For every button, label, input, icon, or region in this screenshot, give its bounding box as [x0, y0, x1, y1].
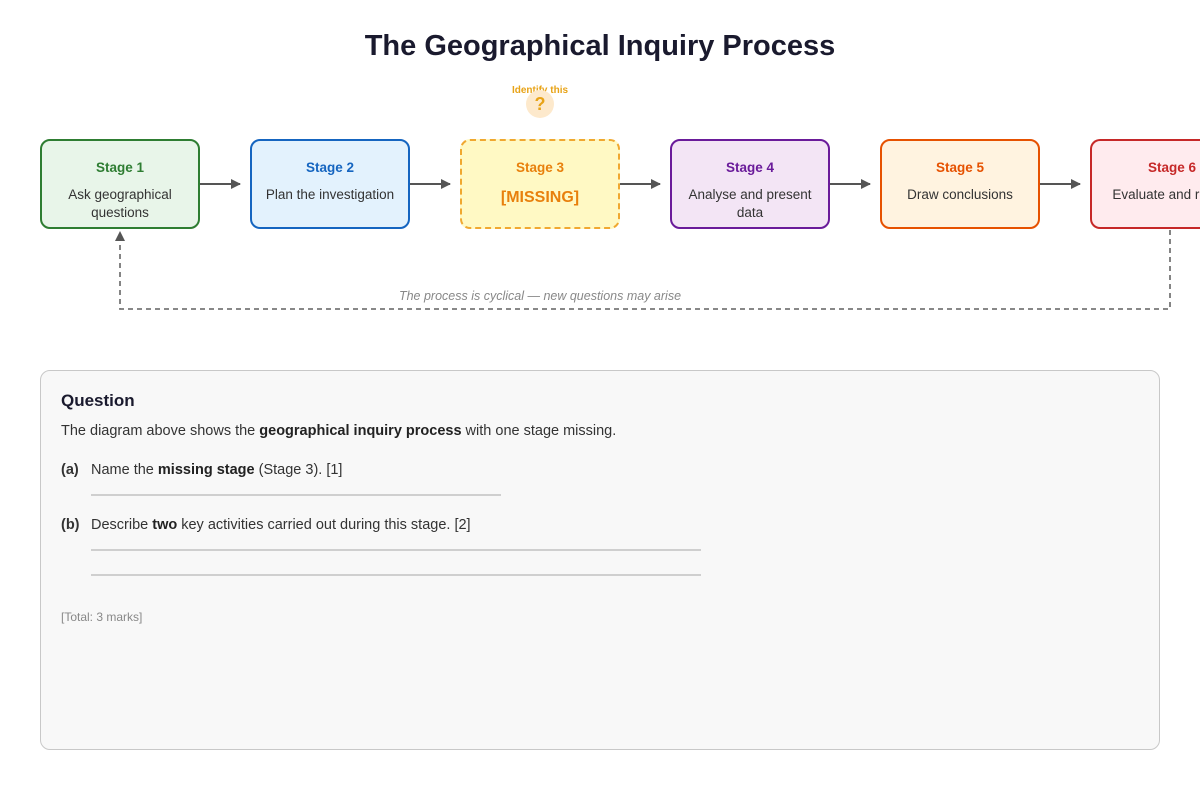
part-label: (b) [61, 517, 80, 533]
answer-line-b1[interactable] [91, 549, 701, 551]
stage-number: Stage 3 [515, 160, 565, 175]
part-text: Describe two key activities carried out … [91, 517, 471, 533]
part-text: Name the missing stage (Stage 3). [1] [91, 462, 343, 478]
cycle-caption: The process is cyclical — new questions … [398, 289, 682, 303]
stage-number: Stage 4 [725, 160, 775, 175]
answer-line-a[interactable] [91, 494, 501, 496]
answer-line-b2[interactable] [91, 574, 701, 576]
stage-label: Draw conclusions [907, 187, 1013, 202]
stage-4-box: Stage 4 Analyse and present data [670, 139, 830, 229]
stage-number: Stage 6 [1147, 160, 1197, 175]
question-mark-icon: ? [526, 90, 554, 118]
stage-label: Evaluate and reflect [1112, 187, 1200, 202]
stage-3-missing-box: Stage 3 [MISSING] [460, 139, 620, 229]
stage-label: Analyse and present data [688, 187, 812, 220]
stage-5-box: Stage 5 Draw conclusions [880, 139, 1040, 229]
stage-label: Plan the investigation [265, 187, 395, 202]
stage-label: Ask geographical questions [68, 187, 172, 220]
stage-number: Stage 5 [935, 160, 985, 175]
question-heading: Question [61, 391, 135, 410]
stage-6-box: Stage 6 Evaluate and reflect [1090, 139, 1200, 229]
stage-number: Stage 1 [95, 160, 145, 175]
part-label: (a) [61, 462, 79, 478]
question-intro: The diagram above shows the geographical… [61, 423, 617, 439]
total-marks: [Total: 3 marks] [61, 610, 143, 624]
stage-number: Stage 2 [305, 160, 355, 175]
stage-1-box: Stage 1 Ask geographical questions [40, 139, 200, 229]
stage-2-box: Stage 2 Plan the investigation [250, 139, 410, 229]
missing-label: [MISSING] [500, 189, 580, 206]
question-panel: Question The diagram above shows the geo… [40, 370, 1160, 750]
